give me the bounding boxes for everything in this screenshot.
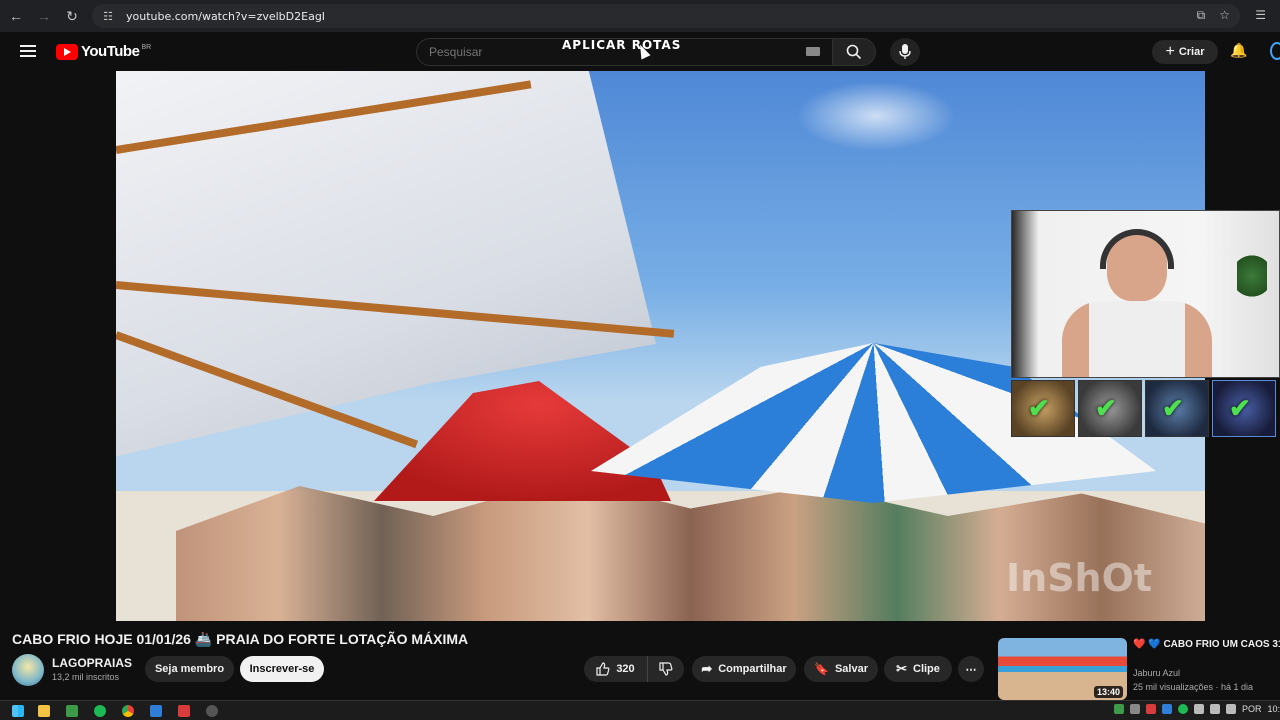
badge-2: ✔ xyxy=(1078,380,1142,437)
channel-avatar[interactable] xyxy=(12,654,44,686)
share-icon: ➦ xyxy=(701,661,713,676)
subscriber-count: 13,2 mil inscritos xyxy=(52,672,120,682)
streamer-body xyxy=(1062,301,1212,377)
dislike-button[interactable] xyxy=(648,662,684,676)
wifi-icon[interactable] xyxy=(1209,704,1220,714)
country-code: BR xyxy=(141,44,152,51)
chrome-icon[interactable] xyxy=(122,705,134,717)
subscribe-label: Inscrever-se xyxy=(249,663,315,675)
recommended-thumbnail[interactable]: 13:40 xyxy=(998,638,1127,700)
search-button[interactable] xyxy=(832,38,876,66)
more-actions-button[interactable]: ⋯ xyxy=(958,656,984,682)
app-icon-gray[interactable] xyxy=(206,705,218,717)
install-app-icon[interactable]: ⧉ xyxy=(1197,8,1206,23)
app-icon-blue[interactable] xyxy=(150,705,162,717)
taskbar: POR 10: xyxy=(0,700,1280,720)
volume-icon[interactable] xyxy=(1225,704,1236,714)
scissors-icon: ✂ xyxy=(896,661,907,676)
video-cloud xyxy=(796,81,956,151)
browser-menu-icon[interactable]: ☰ xyxy=(1255,8,1266,22)
share-label: Compartilhar xyxy=(718,663,787,675)
channel-name[interactable]: LAGOPRAIAS xyxy=(52,656,132,670)
recommended-channel[interactable]: Jaburu Azul xyxy=(1133,668,1180,678)
subscribe-button[interactable]: Inscrever-se xyxy=(240,656,324,682)
overlay-caption: APLICAR ROTAS xyxy=(562,38,682,52)
like-count: 320 xyxy=(616,663,635,675)
like-button[interactable]: 320 xyxy=(584,656,648,682)
webcam-plant xyxy=(1237,251,1267,301)
like-dislike-group: 320 xyxy=(584,656,684,682)
join-button[interactable]: Seja membro xyxy=(145,656,234,682)
microphone-icon xyxy=(899,44,911,59)
microphone-tray-icon[interactable] xyxy=(1193,704,1204,714)
system-tray: POR 10: xyxy=(1113,704,1280,714)
plus-icon: + xyxy=(1165,43,1175,60)
voice-search-button[interactable] xyxy=(890,38,920,66)
app-icon-green[interactable] xyxy=(66,705,78,717)
windows-start-icon[interactable] xyxy=(12,705,24,717)
tray-icon[interactable] xyxy=(1129,704,1140,714)
url-text[interactable]: youtube.com/watch?v=zvelbD2EagI xyxy=(126,10,325,23)
bookmark-star-icon[interactable]: ☆ xyxy=(1219,8,1230,23)
video-title: CABO FRIO HOJE 01/01/26 🚢 PRAIA DO FORTE… xyxy=(12,631,469,647)
app-icon-red[interactable] xyxy=(178,705,190,717)
video-duration: 13:40 xyxy=(1093,686,1123,698)
keyboard-icon[interactable] xyxy=(806,47,820,56)
thumbs-down-icon xyxy=(659,662,673,676)
checkmark-icon: ✔ xyxy=(1095,393,1117,423)
logo-text: YouTube xyxy=(81,43,140,60)
address-bar[interactable]: ☷ youtube.com/watch?v=zvelbD2EagI ⧉ ☆ xyxy=(92,4,1240,28)
site-info-icon[interactable]: ☷ xyxy=(100,8,116,24)
save-button[interactable]: 🔖 Salvar xyxy=(804,656,878,682)
youtube-play-icon xyxy=(56,43,78,60)
headset-icon xyxy=(1100,229,1174,269)
badge-4: ✔ xyxy=(1212,380,1276,437)
language-indicator[interactable]: POR xyxy=(1242,704,1262,714)
bell-icon[interactable]: 🔔 xyxy=(1230,42,1247,59)
create-button[interactable]: + Criar xyxy=(1152,40,1218,64)
save-label: Salvar xyxy=(834,663,868,675)
reload-icon[interactable]: ↻ xyxy=(60,4,84,28)
youtube-logo[interactable]: YouTube BR xyxy=(56,43,151,60)
create-label: Criar xyxy=(1178,46,1205,58)
clip-label: Clipe xyxy=(913,663,940,675)
hamburger-menu-icon[interactable] xyxy=(20,45,36,57)
browser-toolbar: ← → ↻ ☷ youtube.com/watch?v=zvelbD2EagI … xyxy=(0,0,1280,32)
forward-arrow-icon[interactable]: → xyxy=(32,4,56,28)
account-avatar[interactable] xyxy=(1270,42,1280,60)
spotify-tray-icon[interactable] xyxy=(1177,704,1188,714)
tray-icon[interactable] xyxy=(1113,704,1124,714)
spotify-icon[interactable] xyxy=(94,705,106,717)
recommended-meta: 25 mil visualizações · há 1 dia xyxy=(1133,682,1254,692)
webcam-overlay xyxy=(1011,210,1280,378)
thumbs-up-icon xyxy=(596,662,610,676)
more-icon: ⋯ xyxy=(965,663,977,676)
share-button[interactable]: ➦ Compartilhar xyxy=(692,656,796,682)
file-explorer-icon[interactable] xyxy=(38,705,50,717)
clock[interactable]: 10: xyxy=(1267,704,1280,714)
back-arrow-icon[interactable]: ← xyxy=(4,4,28,28)
search-icon xyxy=(846,44,862,60)
achievement-badges: ✔ ✔ ✔ ✔ xyxy=(1011,380,1280,437)
badge-3: ✔ xyxy=(1145,380,1209,437)
bookmark-icon: 🔖 xyxy=(814,662,829,676)
clip-button[interactable]: ✂ Clipe xyxy=(884,656,952,682)
checkmark-icon: ✔ xyxy=(1028,393,1050,423)
checkmark-icon: ✔ xyxy=(1162,393,1184,423)
badge-1: ✔ xyxy=(1011,380,1075,437)
tray-icon[interactable] xyxy=(1161,704,1172,714)
checkmark-icon: ✔ xyxy=(1229,393,1251,423)
join-label: Seja membro xyxy=(154,663,225,675)
video-watermark: InShOt xyxy=(1006,556,1153,600)
recommended-title[interactable]: ❤️ 💙 CABO FRIO UM CAOS 31/12/25 🏝️ PRAIA… xyxy=(1133,638,1280,651)
streamer xyxy=(1062,229,1212,377)
tray-icon[interactable] xyxy=(1145,704,1156,714)
